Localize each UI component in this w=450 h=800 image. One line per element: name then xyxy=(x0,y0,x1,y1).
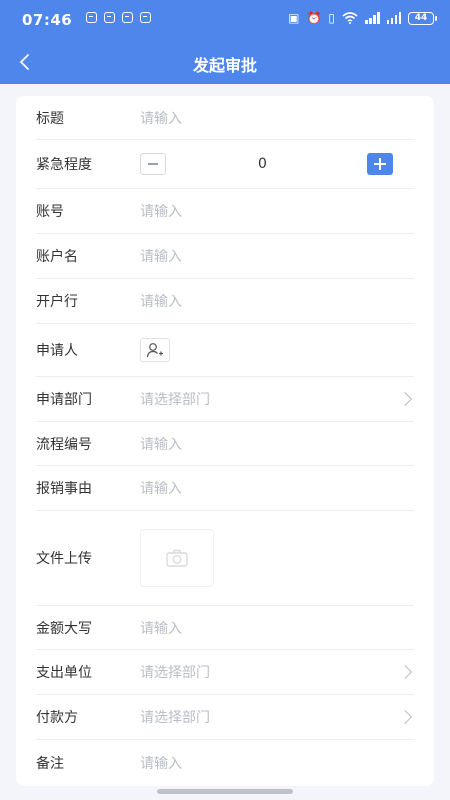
account-name-input[interactable]: 请输入 xyxy=(140,246,182,266)
department-select[interactable]: 请选择部门 xyxy=(140,389,210,409)
app-header: 07:46 ▣ ⏰ ▯ 44 发起审批 xyxy=(0,0,450,84)
account-no-row[interactable]: 账号 请输入 xyxy=(36,189,414,234)
notification-icon xyxy=(104,12,115,23)
signal-icon xyxy=(365,12,380,24)
process-no-label: 流程编号 xyxy=(36,436,92,453)
notification-icon xyxy=(140,12,151,23)
battery-icon: 44 xyxy=(408,11,437,25)
urgency-label: 紧急程度 xyxy=(36,157,92,173)
camera-icon xyxy=(166,549,188,567)
account-name-label: 账户名 xyxy=(36,249,78,265)
department-label: 申请部门 xyxy=(36,392,92,408)
remark-input[interactable]: 请输入 xyxy=(140,753,182,773)
bank-row[interactable]: 开户行 请输入 xyxy=(36,279,414,324)
status-bar: 07:46 ▣ ⏰ ▯ 44 xyxy=(0,0,450,40)
signal-icon xyxy=(386,12,401,24)
minus-button[interactable] xyxy=(140,153,166,175)
page-title: 发起审批 xyxy=(192,56,257,75)
urgency-value: 0 xyxy=(258,156,267,172)
expense-unit-label: 支出单位 xyxy=(36,665,92,681)
account-no-label: 账号 xyxy=(36,204,64,220)
urgency-row: 紧急程度 0 xyxy=(36,140,414,189)
process-no-input[interactable]: 请输入 xyxy=(140,434,182,454)
applicant-row: 申请人 xyxy=(36,324,414,377)
payer-label: 付款方 xyxy=(36,710,78,726)
amount-caps-label: 金额大写 xyxy=(36,620,92,637)
notification-icons xyxy=(86,12,151,23)
remark-label: 备注 xyxy=(36,755,64,772)
payer-row[interactable]: 付款方 请选择部门 xyxy=(36,695,414,740)
plus-button[interactable] xyxy=(367,153,393,175)
applicant-label: 申请人 xyxy=(36,343,78,359)
chevron-right-icon xyxy=(397,664,413,680)
status-time: 07:46 xyxy=(22,11,73,29)
upload-row: 文件上传 xyxy=(36,511,414,606)
reason-label: 报销事由 xyxy=(36,481,92,497)
add-applicant-button[interactable] xyxy=(140,338,170,362)
notification-icon xyxy=(86,12,97,23)
notification-icon xyxy=(122,12,133,23)
chevron-right-icon xyxy=(397,709,413,725)
wifi-icon xyxy=(342,12,358,24)
amount-caps-input[interactable]: 请输入 xyxy=(140,618,182,638)
expense-unit-select[interactable]: 请选择部门 xyxy=(140,662,210,682)
payer-select[interactable]: 请选择部门 xyxy=(140,707,210,727)
title-label: 标题 xyxy=(36,110,64,127)
home-indicator[interactable] xyxy=(157,789,293,794)
add-user-icon xyxy=(146,343,163,358)
remark-row[interactable]: 备注 请输入 xyxy=(36,740,414,785)
upload-label: 文件上传 xyxy=(36,551,92,567)
bank-input[interactable]: 请输入 xyxy=(140,291,182,311)
vibrate-icon: ▯ xyxy=(328,11,335,25)
bank-label: 开户行 xyxy=(36,294,78,310)
expense-unit-row[interactable]: 支出单位 请选择部门 xyxy=(36,650,414,695)
nav-bar: 发起审批 xyxy=(0,40,450,84)
title-input[interactable]: 请输入 xyxy=(140,108,182,128)
account-name-row[interactable]: 账户名 请输入 xyxy=(36,234,414,279)
approval-form: 标题 请输入 紧急程度 0 账号 请输入 账户名 请输入 开户行 请输入 申请人… xyxy=(16,96,434,786)
system-icons: ▣ ⏰ ▯ 44 xyxy=(288,11,437,25)
department-row[interactable]: 申请部门 请选择部门 xyxy=(36,377,414,422)
alarm-icon: ⏰ xyxy=(306,11,322,25)
reason-input[interactable]: 请输入 xyxy=(140,478,182,498)
upload-button[interactable] xyxy=(140,529,214,587)
nfc-icon: ▣ xyxy=(288,11,300,25)
reason-row[interactable]: 报销事由 请输入 xyxy=(36,466,414,511)
process-no-row[interactable]: 流程编号 请输入 xyxy=(36,422,414,466)
account-no-input[interactable]: 请输入 xyxy=(140,201,182,221)
chevron-right-icon xyxy=(397,391,413,407)
title-row[interactable]: 标题 请输入 xyxy=(36,96,414,140)
amount-caps-row[interactable]: 金额大写 请输入 xyxy=(36,606,414,650)
